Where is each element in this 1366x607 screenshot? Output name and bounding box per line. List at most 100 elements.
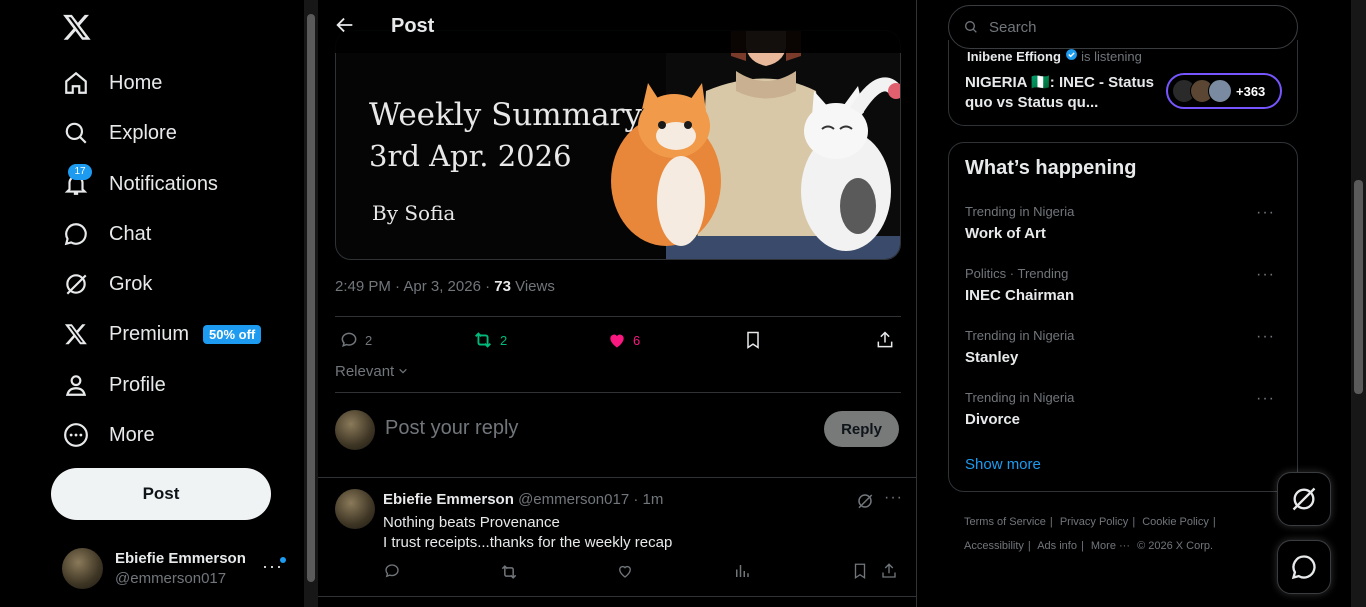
scrollbar-thumb[interactable] [307, 14, 315, 582]
avatar[interactable] [335, 489, 375, 529]
trend-item[interactable]: Trending in Nigeria Divorce ··· [965, 390, 1285, 440]
grok-fab-button[interactable] [1277, 472, 1331, 526]
reply-action[interactable]: 2 [339, 325, 372, 355]
comment-line: I trust receipts...thanks for the weekly… [383, 534, 673, 551]
trend-name: INEC Chairman [965, 287, 1075, 304]
trend-context: Trending in Nigeria [965, 390, 1075, 405]
space-title: NIGERIA 🇳🇬: INEC - Status quo vs Status … [965, 74, 1154, 111]
nav-more[interactable]: More [62, 415, 155, 455]
share-icon[interactable] [880, 562, 900, 582]
nav-explore[interactable]: Explore [62, 113, 177, 153]
bell-icon: 17 [62, 164, 92, 198]
trends-panel: What’s happening Trending in Nigeria Wor… [948, 142, 1298, 492]
scrollbar-thumb[interactable] [1354, 180, 1363, 394]
chevron-down-icon [399, 368, 408, 374]
nav-profile[interactable]: Profile [62, 365, 166, 405]
x-logo-icon[interactable] [62, 12, 92, 42]
footer-copyright: © 2026 X Corp. [1137, 540, 1214, 552]
grok-icon [62, 270, 90, 298]
nav-premium-label: Premium [109, 322, 190, 345]
trend-item[interactable]: Trending in Nigeria Stanley ··· [965, 328, 1285, 378]
back-arrow-icon[interactable] [334, 14, 358, 38]
more-circle-icon [62, 421, 90, 449]
repost-icon [475, 332, 491, 348]
listener-count: +363 [1236, 83, 1266, 99]
page-title: Post [391, 15, 435, 37]
left-sidebar: Home Explore 17 Notifications Chat Grok … [0, 0, 304, 607]
show-more-link[interactable]: Show more [965, 456, 1041, 473]
footer-accessibility-link[interactable]: Accessibility [964, 540, 1024, 552]
footer-links: Terms of Service | Privacy Policy | Cookie… [964, 516, 1216, 552]
trend-item[interactable]: Politics · Trending INEC Chairman ··· [965, 266, 1285, 316]
nav-home-label: Home [109, 71, 163, 94]
nav-more-label: More [109, 423, 155, 446]
repost-action[interactable]: 2 [472, 325, 507, 355]
nav-chat-label: Chat [109, 222, 152, 245]
heart-icon[interactable] [616, 562, 636, 582]
nav-grok[interactable]: Grok [62, 264, 152, 304]
post-time: 2:49 PM · Apr 3, 2026 · [335, 278, 495, 295]
repost-count: 2 [500, 332, 508, 348]
divider [335, 392, 901, 393]
media-title: Weekly Summary [369, 97, 642, 133]
search-input[interactable]: Search [948, 5, 1298, 49]
nav-home[interactable]: Home [62, 63, 162, 103]
more-icon[interactable]: ··· [1256, 204, 1275, 222]
live-space-card[interactable]: Inibene Effiong is listening NIGERIA 🇳🇬:… [948, 40, 1298, 126]
person-icon [62, 371, 90, 399]
post-media-image[interactable]: Weekly Summary 3rd Apr. 2026 By Sofia [335, 30, 901, 260]
grok-icon[interactable] [856, 492, 874, 515]
footer-terms-link[interactable]: Terms of Service [964, 516, 1046, 528]
reply-icon[interactable] [383, 562, 403, 582]
account-name: Ebiefie Emmerson [115, 550, 246, 567]
comment-author-name[interactable]: Ebiefie Emmerson [383, 491, 514, 508]
nav-grok-label: Grok [109, 272, 153, 295]
listener-avatar [1208, 79, 1232, 103]
notification-count-badge: 17 [68, 164, 92, 180]
chat-icon [62, 220, 90, 248]
grok-icon [1292, 487, 1316, 511]
nav-notifications[interactable]: 17 Notifications [62, 164, 218, 204]
trend-context: Trending in Nigeria [965, 204, 1075, 219]
sort-replies-dropdown[interactable]: Relevant [335, 363, 408, 380]
chat-icon [1291, 555, 1316, 580]
more-icon[interactable]: ··· [1256, 266, 1275, 284]
footer-ads-link[interactable]: Ads info [1037, 540, 1077, 552]
search-placeholder: Search [989, 18, 1037, 36]
analytics-icon[interactable] [733, 562, 753, 582]
chat-fab-button[interactable] [1277, 540, 1331, 594]
comment-more-icon[interactable]: ··· [884, 489, 903, 507]
space-listeners[interactable]: +363 [1166, 73, 1282, 109]
space-host-status: is listening [1081, 49, 1142, 64]
bookmark-icon[interactable] [851, 562, 871, 582]
nav-chat[interactable]: Chat [62, 214, 151, 254]
comment-time: · 1m [633, 491, 664, 508]
trend-context: Trending in Nigeria [965, 328, 1075, 343]
footer-privacy-link[interactable]: Privacy Policy [1060, 516, 1128, 528]
comment-text: Nothing beats Provenance I trust receipt… [383, 513, 672, 553]
repost-icon[interactable] [499, 562, 519, 582]
home-icon [62, 69, 90, 97]
trend-name: Divorce [965, 411, 1021, 428]
trend-name: Work of Art [965, 225, 1046, 242]
reply-button[interactable]: Reply [824, 411, 899, 447]
nav-premium[interactable]: Premium 50% off [62, 314, 262, 354]
account-switcher[interactable]: Ebiefie Emmerson @emmerson017 ··· [62, 546, 292, 590]
comment-author-handle[interactable]: @emmerson017 [518, 491, 629, 508]
left-scrollbar[interactable] [304, 0, 318, 607]
footer-more-link[interactable]: More ··· [1091, 540, 1130, 552]
search-icon [965, 21, 977, 33]
like-action[interactable]: 6 [607, 325, 640, 355]
more-icon[interactable]: ··· [1256, 328, 1275, 346]
bookmark-action[interactable] [743, 325, 763, 355]
right-scrollbar[interactable] [1351, 0, 1366, 607]
unread-dot [280, 557, 286, 563]
avatar [335, 410, 375, 450]
more-icon[interactable]: ··· [1256, 390, 1275, 408]
post-button[interactable]: Post [51, 468, 271, 520]
trend-item[interactable]: Trending in Nigeria Work of Art ··· [965, 204, 1285, 254]
reply-input[interactable]: Post your reply [385, 417, 518, 440]
share-action[interactable] [875, 325, 895, 355]
footer-cookie-link[interactable]: Cookie Policy [1142, 516, 1209, 528]
post-views-label: Views [510, 278, 555, 295]
